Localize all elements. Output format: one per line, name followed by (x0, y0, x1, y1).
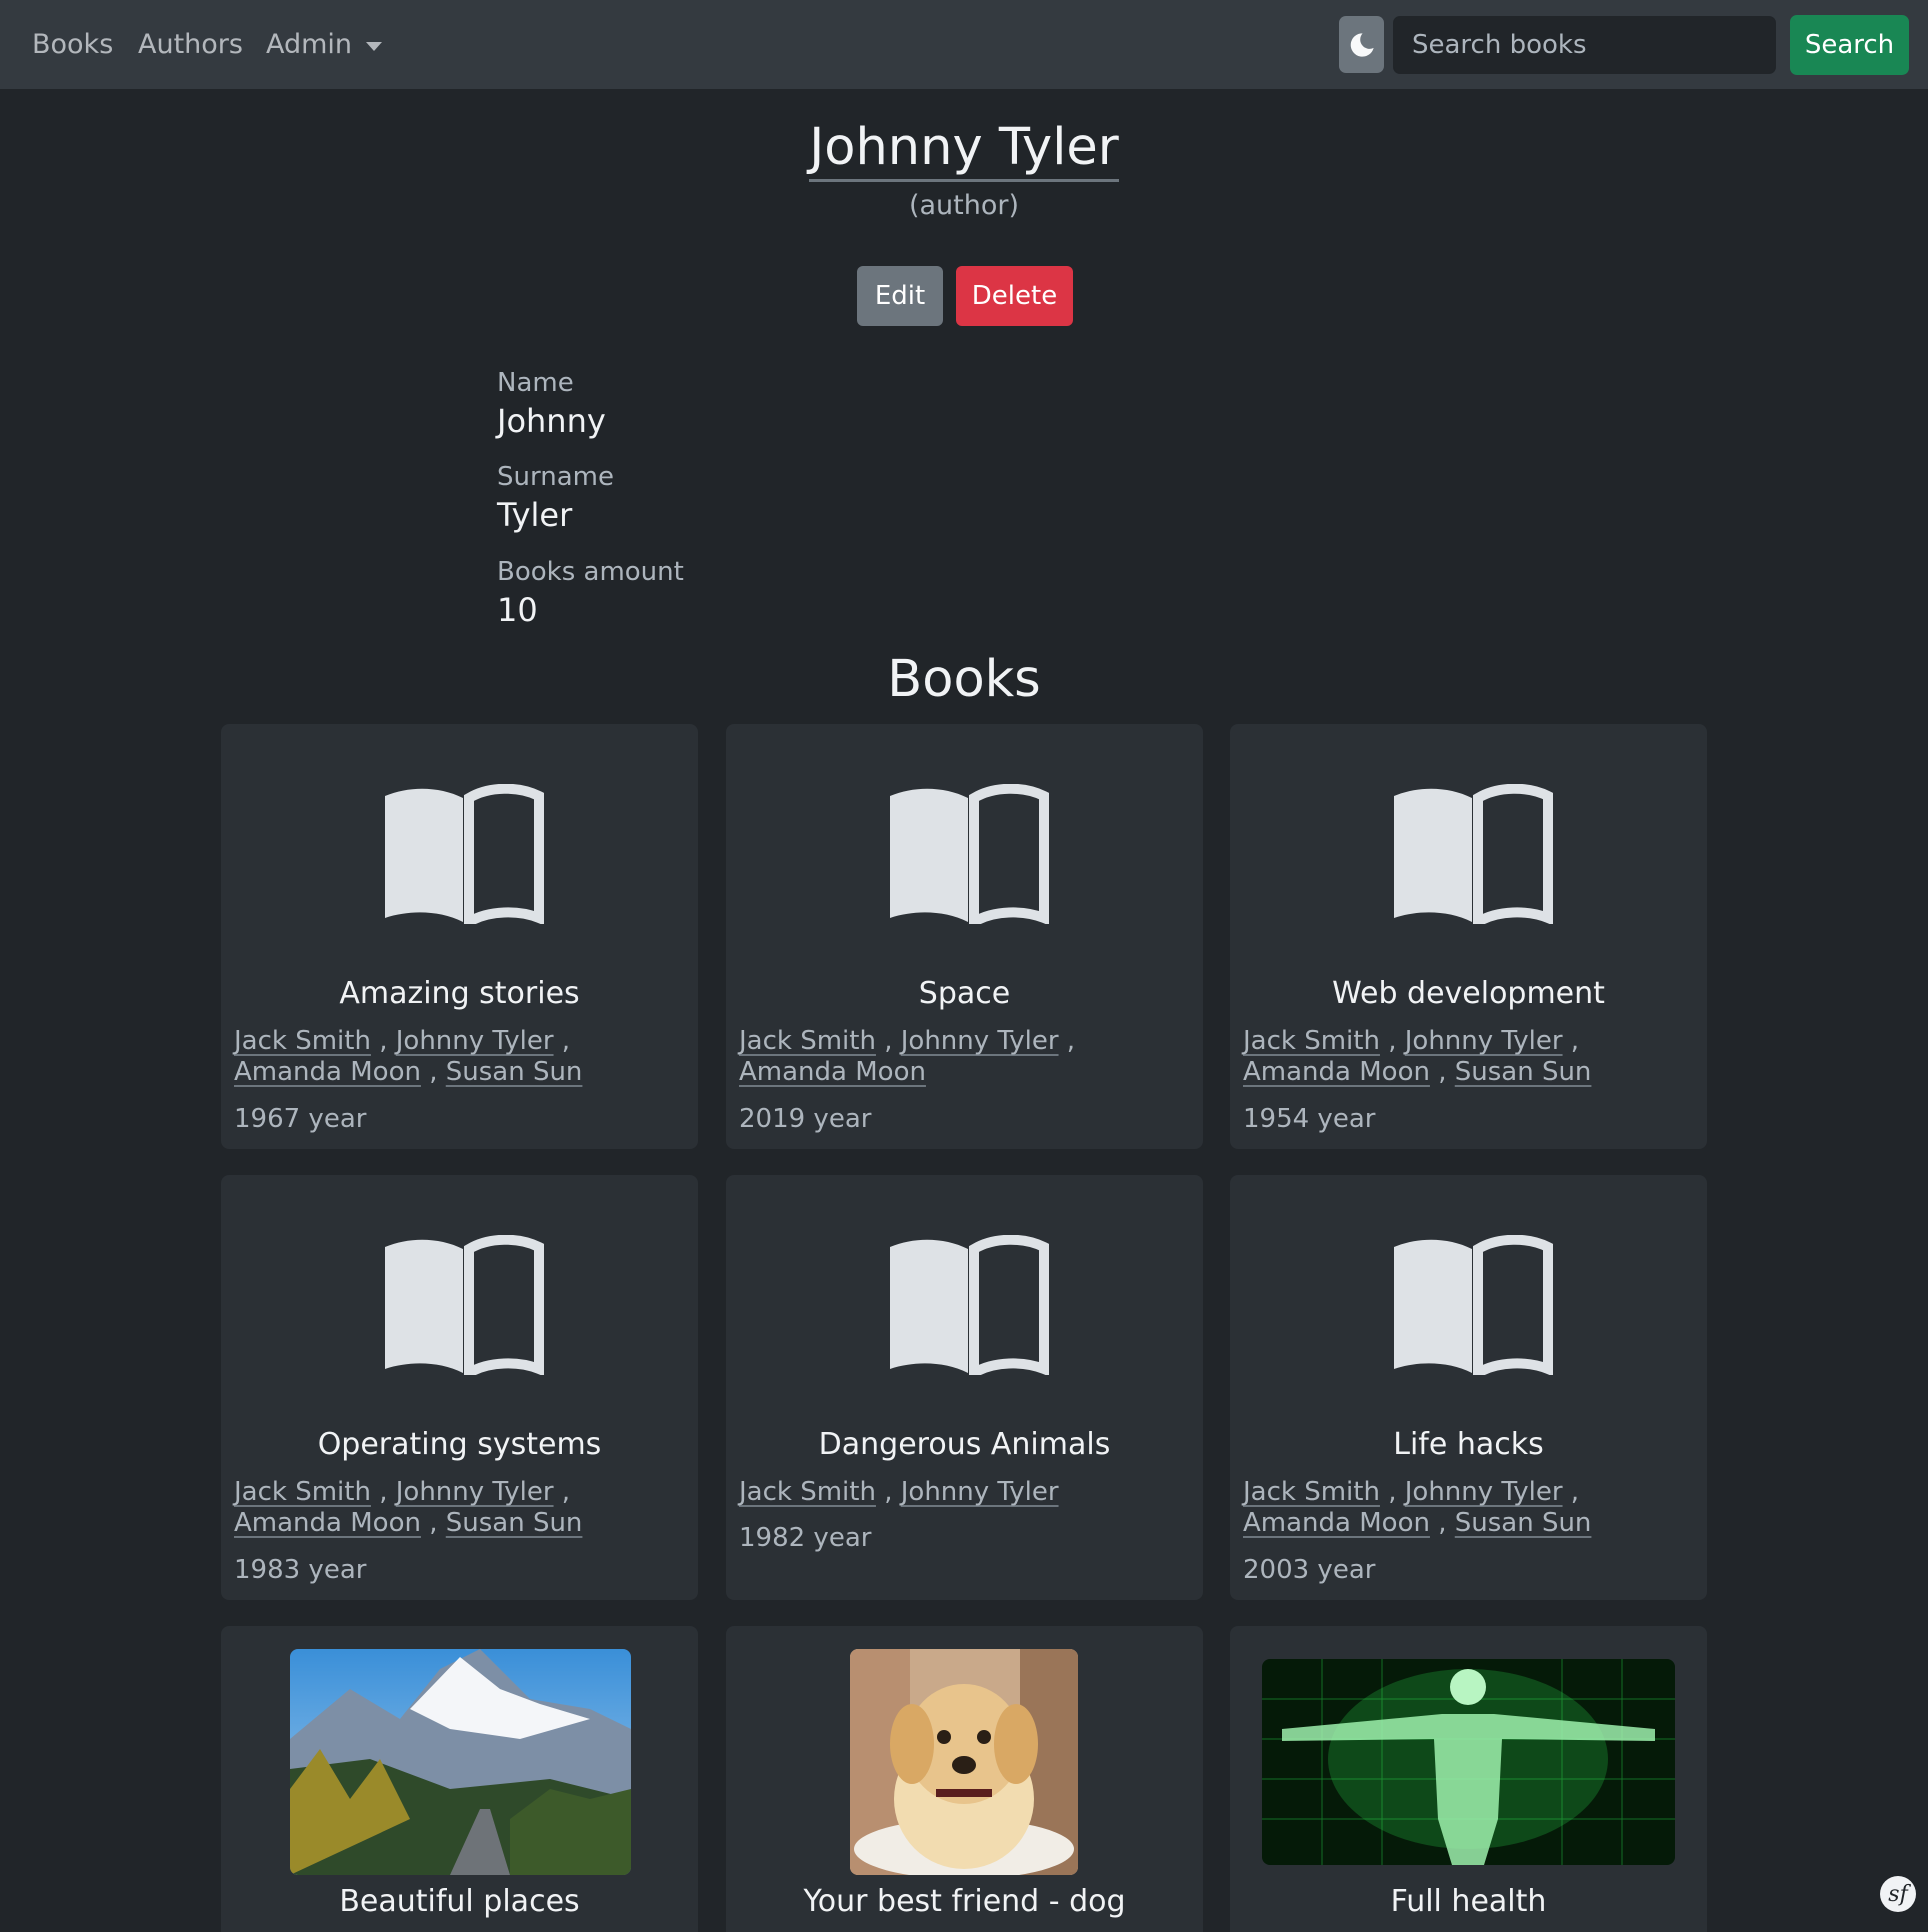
book-authors: Jack Smith , Johnny Tyler (739, 1477, 1059, 1507)
book-year: 1983 year (234, 1555, 367, 1585)
author-link[interactable]: Amanda Moon (1243, 1508, 1430, 1538)
book-title[interactable]: Amazing stories (221, 976, 698, 1011)
delete-button[interactable]: Delete (956, 266, 1073, 326)
book-title[interactable]: Operating systems (221, 1427, 698, 1462)
book-card[interactable]: Web development Jack Smith , Johnny Tyle… (1230, 724, 1707, 1149)
nav-authors-link[interactable]: Authors (138, 28, 243, 62)
author-link[interactable]: Susan Sun (1455, 1057, 1592, 1087)
author-link[interactable]: Johnny Tyler (901, 1026, 1059, 1056)
books-amount-value: 10 (497, 591, 538, 629)
book-title[interactable]: Space (726, 976, 1203, 1011)
book-year: 1967 year (234, 1104, 367, 1134)
book-authors: Jack Smith , Johnny Tyler , Amanda Moon … (1243, 1477, 1592, 1538)
author-role: (author) (908, 190, 1020, 221)
author-link[interactable]: Johnny Tyler (1405, 1026, 1563, 1056)
nav-admin-dropdown[interactable]: Admin (266, 28, 352, 62)
moon-icon (1350, 32, 1374, 57)
book-card[interactable]: Dangerous Animals Jack Smith , Johnny Ty… (726, 1175, 1203, 1600)
author-link[interactable]: Jack Smith (1243, 1477, 1380, 1507)
name-value: Johnny (497, 402, 606, 440)
book-title[interactable]: Life hacks (1230, 1427, 1707, 1462)
edit-button[interactable]: Edit (857, 266, 943, 326)
theme-toggle-button[interactable] (1339, 16, 1384, 73)
book-open-icon (890, 784, 1049, 924)
search-input[interactable] (1393, 16, 1776, 74)
book-open-icon (890, 1235, 1049, 1375)
book-card[interactable]: Amazing stories Jack Smith , Johnny Tyle… (221, 724, 698, 1149)
author-link[interactable]: Jack Smith (234, 1026, 371, 1056)
book-title[interactable]: Beautiful places (221, 1884, 698, 1919)
author-link[interactable]: Susan Sun (1455, 1508, 1592, 1538)
author-link[interactable]: Susan Sun (446, 1508, 583, 1538)
books-amount-label: Books amount (497, 557, 684, 587)
book-title[interactable]: Web development (1230, 976, 1707, 1011)
author-link[interactable]: Amanda Moon (234, 1057, 421, 1087)
author-link[interactable]: Jack Smith (234, 1477, 371, 1507)
book-card[interactable]: Full health (1230, 1626, 1707, 1932)
navbar: Books Authors Admin Search (0, 0, 1928, 89)
book-open-icon (1394, 1235, 1553, 1375)
author-link[interactable]: Johnny Tyler (1405, 1477, 1563, 1507)
author-link[interactable]: Johnny Tyler (396, 1477, 554, 1507)
nav-books-link[interactable]: Books (32, 28, 113, 62)
book-card[interactable]: Life hacks Jack Smith , Johnny Tyler , A… (1230, 1175, 1707, 1600)
surname-label: Surname (497, 462, 614, 492)
name-label: Name (497, 368, 574, 398)
book-open-icon (385, 1235, 544, 1375)
book-cover-image[interactable] (1262, 1659, 1675, 1865)
book-year: 2019 year (739, 1104, 872, 1134)
author-full-name: Johnny Tyler (809, 118, 1119, 182)
book-card[interactable]: Operating systems Jack Smith , Johnny Ty… (221, 1175, 698, 1600)
book-card[interactable]: Space Jack Smith , Johnny Tyler , Amanda… (726, 724, 1203, 1149)
book-year: 1954 year (1243, 1104, 1376, 1134)
book-open-icon (1394, 784, 1553, 924)
author-link[interactable]: Amanda Moon (739, 1057, 926, 1087)
author-link[interactable]: Johnny Tyler (901, 1477, 1059, 1507)
surname-value: Tyler (497, 496, 573, 534)
book-authors: Jack Smith , Johnny Tyler , Amanda Moon … (234, 1026, 583, 1087)
book-authors: Jack Smith , Johnny Tyler , Amanda Moon … (234, 1477, 583, 1538)
author-link[interactable]: Jack Smith (739, 1477, 876, 1507)
book-title[interactable]: Your best friend - dog (726, 1884, 1203, 1919)
book-title[interactable]: Full health (1230, 1884, 1707, 1919)
book-authors: Jack Smith , Johnny Tyler , Amanda Moon (739, 1026, 1076, 1087)
book-year: 1982 year (739, 1523, 872, 1553)
book-authors: Jack Smith , Johnny Tyler , Amanda Moon … (1243, 1026, 1592, 1087)
book-card[interactable]: Beautiful places (221, 1626, 698, 1932)
author-link[interactable]: Susan Sun (446, 1057, 583, 1087)
author-link[interactable]: Jack Smith (1243, 1026, 1380, 1056)
search-button[interactable]: Search (1790, 15, 1909, 75)
symfony-icon[interactable]: sf (1880, 1876, 1916, 1912)
chevron-down-icon[interactable] (366, 42, 382, 51)
author-link[interactable]: Amanda Moon (1243, 1057, 1430, 1087)
books-section-heading: Books (887, 650, 1041, 709)
book-year: 2003 year (1243, 1555, 1376, 1585)
page-title: Johnny Tyler (0, 116, 1928, 182)
book-card[interactable]: Your best friend - dog (726, 1626, 1203, 1932)
book-cover-image[interactable] (850, 1649, 1078, 1875)
book-title[interactable]: Dangerous Animals (726, 1427, 1203, 1462)
author-link[interactable]: Jack Smith (739, 1026, 876, 1056)
book-open-icon (385, 784, 544, 924)
book-cover-image[interactable] (290, 1649, 631, 1875)
author-link[interactable]: Johnny Tyler (396, 1026, 554, 1056)
author-link[interactable]: Amanda Moon (234, 1508, 421, 1538)
